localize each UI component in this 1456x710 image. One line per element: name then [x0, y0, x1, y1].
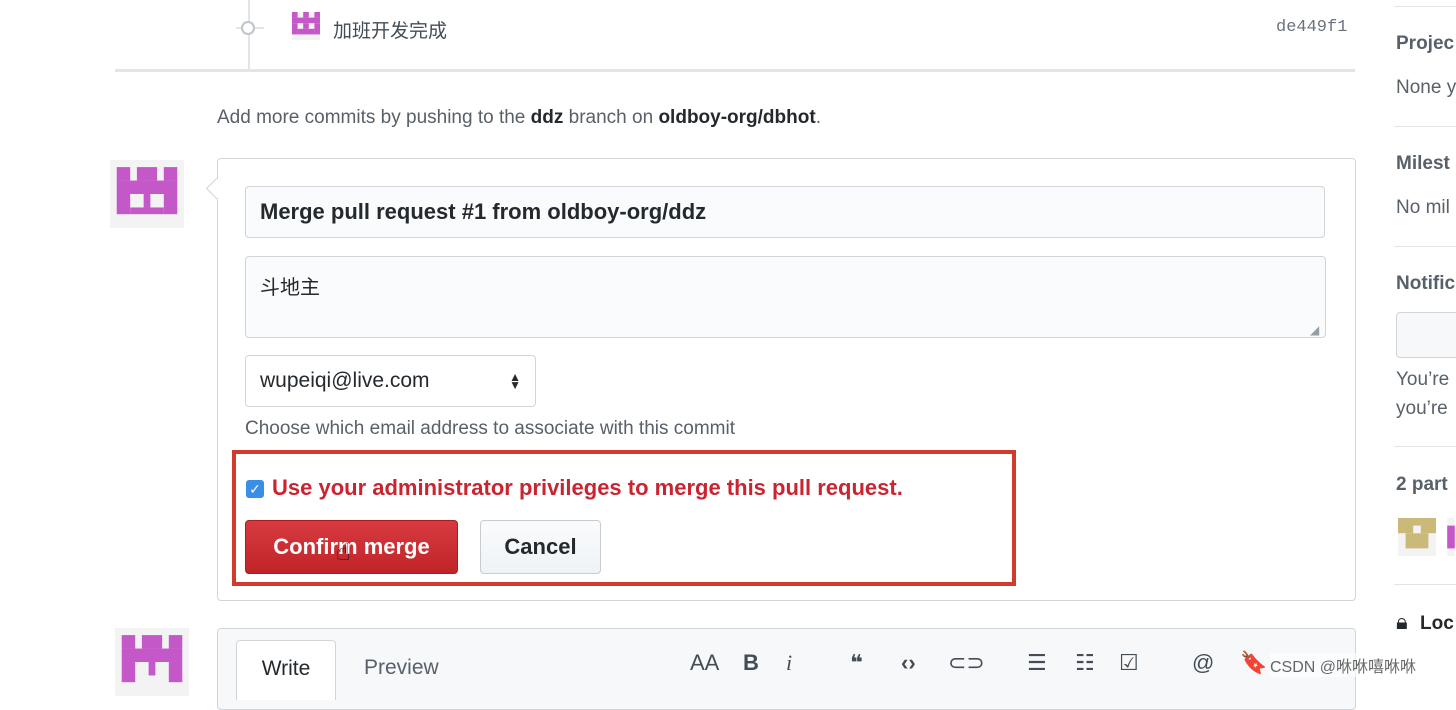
notifications-line-2: you’re [1396, 398, 1448, 419]
commit-node-icon [241, 21, 255, 35]
text-size-icon[interactable]: AA [690, 650, 719, 676]
commit-author-avatar[interactable] [290, 12, 322, 40]
hand-cursor-icon: ☝ [336, 539, 351, 566]
participant-avatar[interactable] [1397, 518, 1437, 556]
tab-preview[interactable]: Preview [364, 656, 439, 680]
resize-handle-icon[interactable]: ◢ [1310, 323, 1319, 337]
merge-title-input[interactable] [245, 186, 1325, 238]
commit-sha-link[interactable]: de449f1 [1276, 18, 1347, 37]
branch-name: ddz [530, 107, 564, 128]
select-arrows-icon: ▲ ▼ [509, 370, 521, 392]
push-hint-mid: branch on [563, 107, 659, 128]
lock-conversation-link[interactable]: Loc [1420, 613, 1454, 635]
milestone-value: No mil [1396, 197, 1450, 218]
merge-author-avatar[interactable] [110, 160, 184, 228]
cancel-button[interactable]: Cancel [480, 520, 601, 574]
mention-icon[interactable]: @ [1192, 650, 1214, 676]
tab-write[interactable]: Write [236, 640, 336, 700]
notifications-line-1: You’re [1396, 369, 1450, 390]
commit-email-hint: Choose which email address to associate … [245, 418, 735, 439]
timeline-line [248, 0, 250, 70]
participant-avatar[interactable] [1446, 518, 1456, 556]
link-icon[interactable]: ⊂⊃ [948, 650, 985, 676]
projects-value: None y [1396, 77, 1456, 98]
projects-title[interactable]: Projec [1396, 33, 1454, 55]
sidebar-divider [1394, 6, 1456, 7]
admin-override-label[interactable]: Use your administrator privileges to mer… [272, 475, 903, 501]
sidebar-divider [1394, 126, 1456, 127]
participants-title: 2 part [1396, 474, 1448, 495]
notifications-title: Notific [1396, 273, 1456, 294]
merge-body-textarea[interactable]: 斗地主 [245, 256, 1326, 338]
push-hint-suffix: . [815, 107, 821, 128]
commit-email-value: wupeiqi@live.com [260, 369, 430, 392]
push-hint-prefix: Add more commits by pushing to the [217, 107, 531, 128]
repo-name: oldboy-org/dbhot [658, 107, 816, 128]
subscribe-button[interactable] [1396, 312, 1456, 358]
watermark: CSDN @咻咻嘻咻咻 [1270, 653, 1417, 677]
commenter-avatar[interactable] [115, 628, 189, 696]
sidebar-divider [1394, 584, 1456, 585]
code-icon[interactable]: ‹› [901, 650, 916, 676]
bold-icon[interactable]: B [743, 650, 759, 676]
task-list-icon[interactable]: ☑ [1119, 650, 1139, 676]
lock-icon: 🔒︎ [1396, 609, 1408, 634]
admin-override-checkbox[interactable]: ✓ [246, 480, 264, 498]
commit-email-select[interactable]: wupeiqi@live.com ▲ ▼ [245, 355, 536, 407]
italic-icon[interactable]: i [786, 650, 792, 676]
bulleted-list-icon[interactable]: ☰ [1027, 650, 1047, 676]
sidebar-divider [1394, 246, 1456, 247]
sidebar-divider [1394, 446, 1456, 447]
confirm-merge-button[interactable]: Confirm merge [245, 520, 458, 574]
push-hint: Add more commits by pushing to the ddz b… [217, 107, 821, 129]
quote-icon[interactable]: ❝ [850, 650, 863, 676]
saved-reply-icon[interactable]: 🔖 [1240, 650, 1267, 676]
numbered-list-icon[interactable]: ☷ [1075, 650, 1095, 676]
commit-message-link[interactable]: 加班开发完成 [333, 16, 447, 43]
milestone-title[interactable]: Milest [1396, 153, 1450, 175]
timeline-divider [115, 69, 1355, 72]
